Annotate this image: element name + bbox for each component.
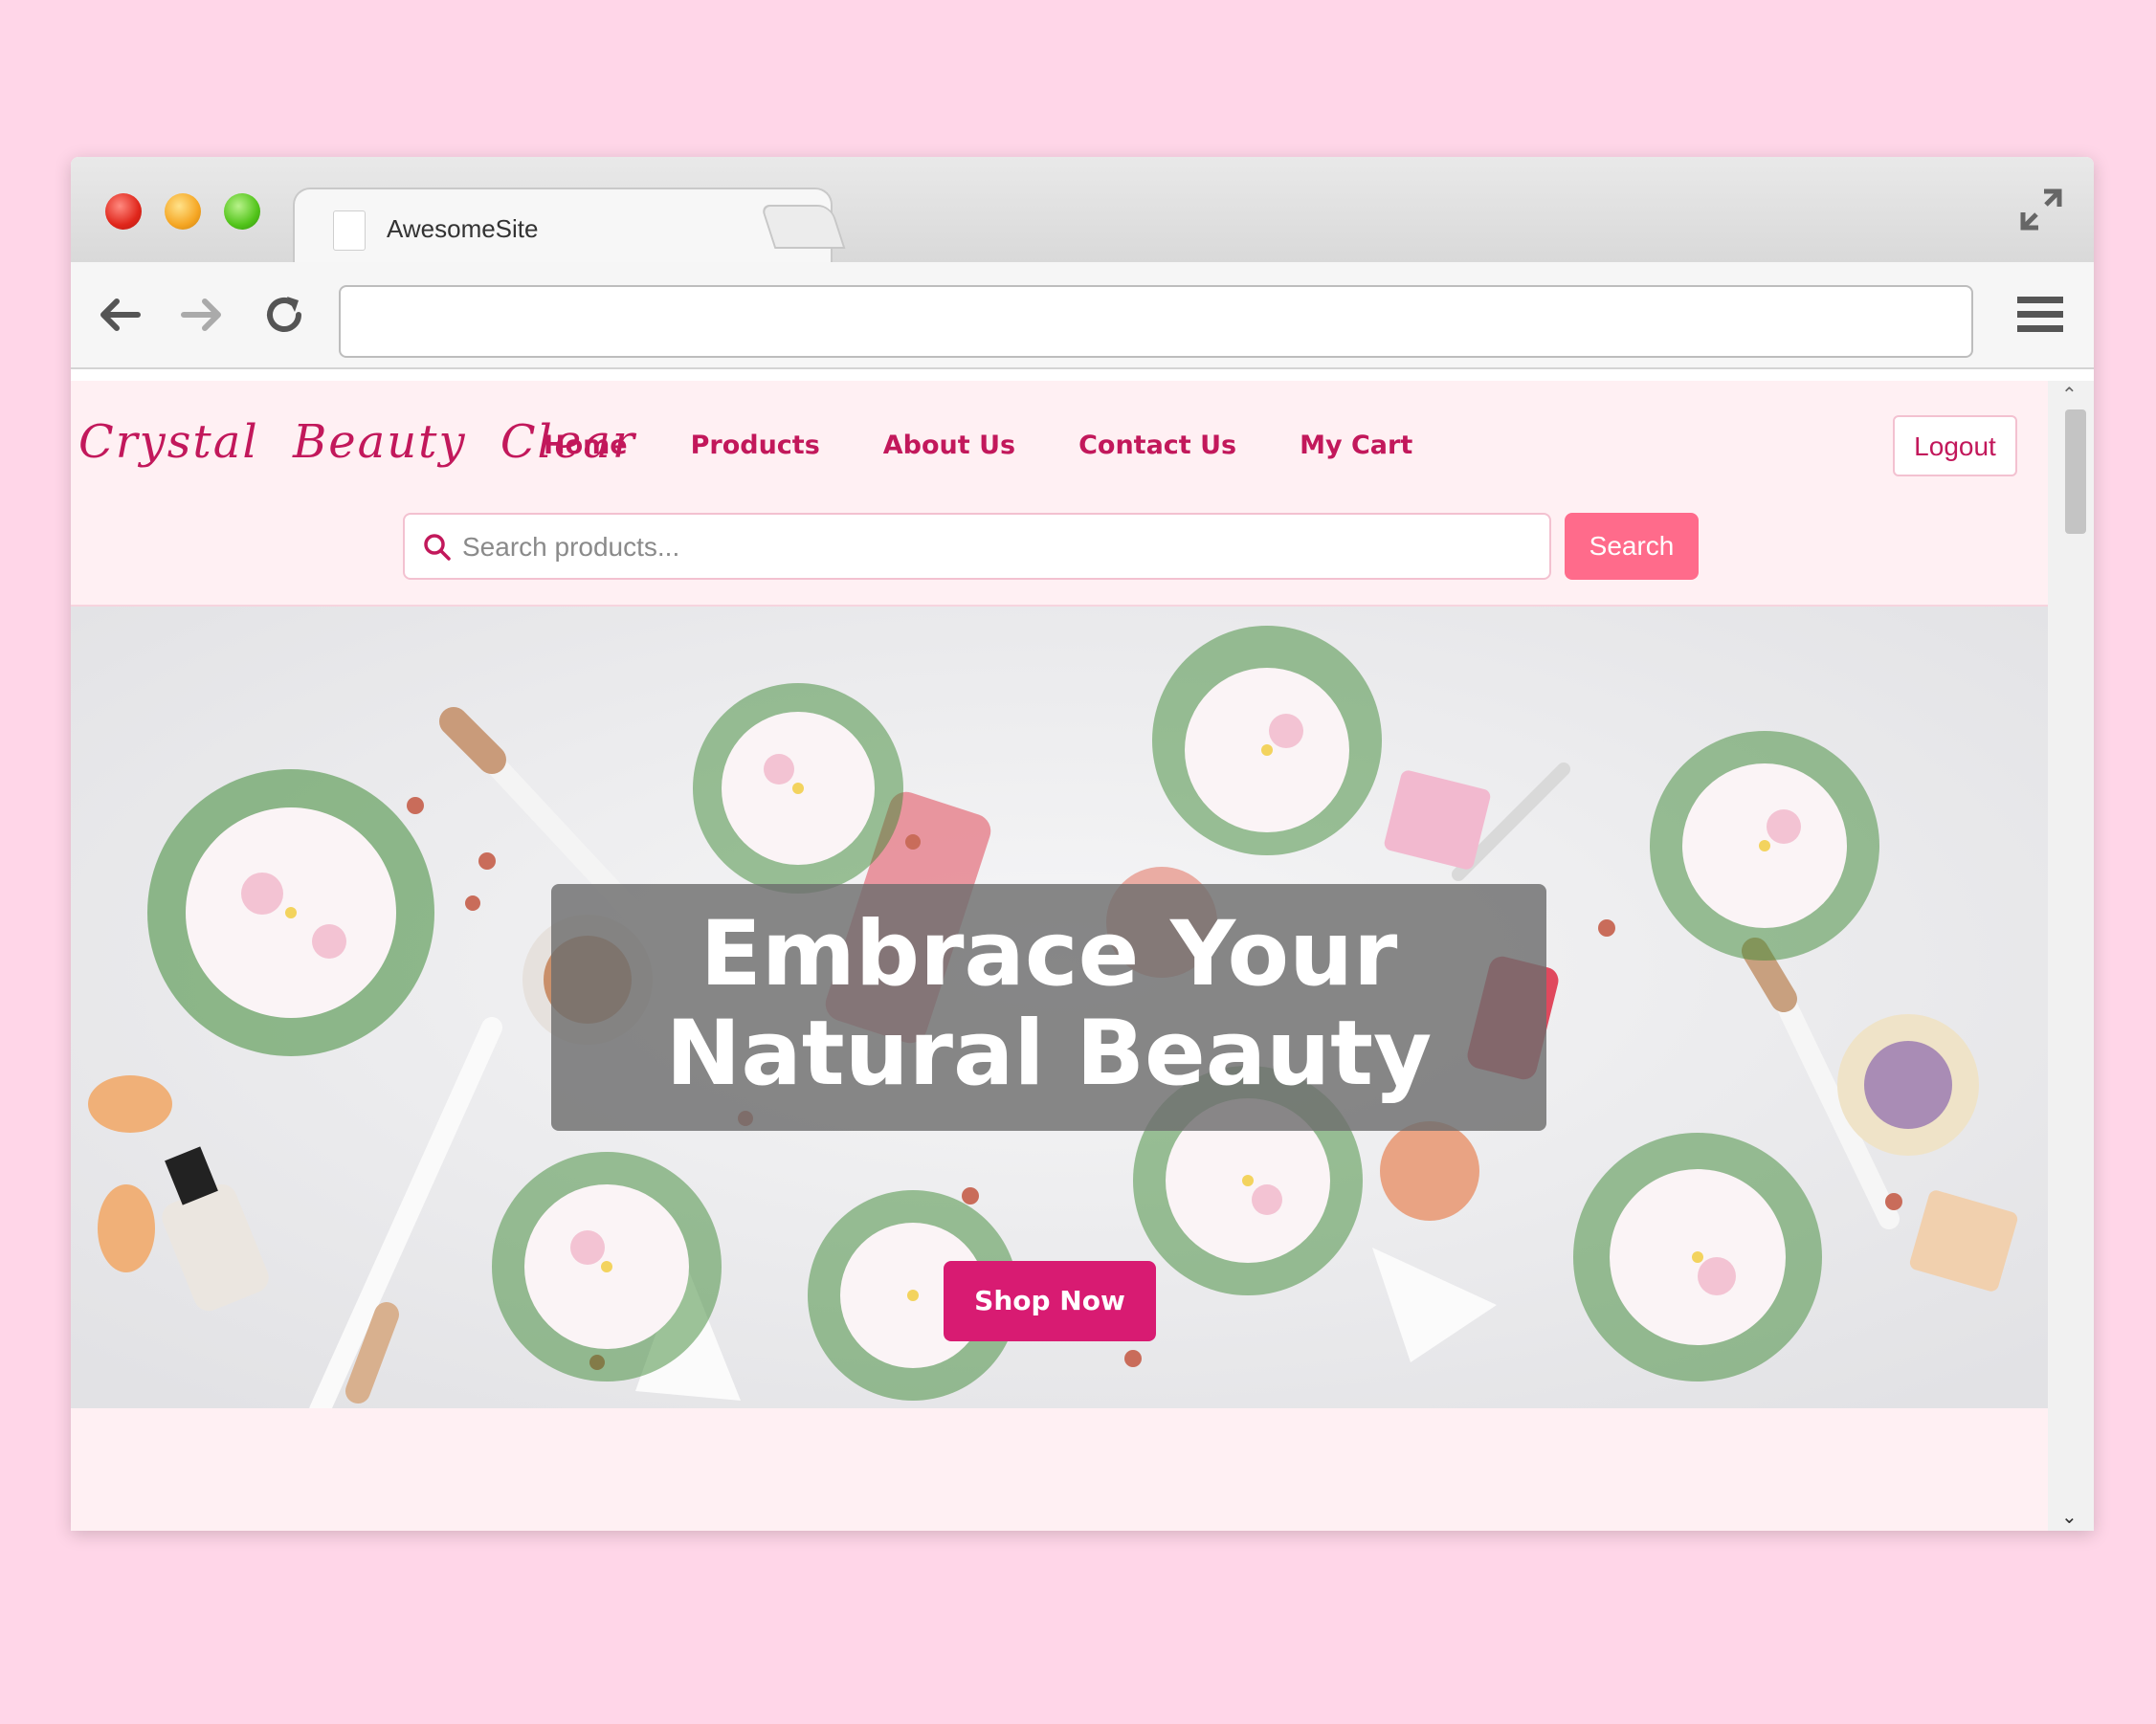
hero-headline-box: Embrace Your Natural Beauty bbox=[551, 884, 1546, 1131]
logout-button[interactable]: Logout bbox=[1893, 415, 2017, 476]
scrollbar-thumb[interactable] bbox=[2065, 409, 2086, 534]
search-icon bbox=[424, 534, 451, 561]
page-icon bbox=[333, 210, 366, 251]
nav-contact-us[interactable]: Contact Us bbox=[1078, 431, 1236, 460]
browser-tab[interactable]: AwesomeSite × bbox=[293, 188, 833, 266]
shop-now-button[interactable]: Shop Now bbox=[944, 1261, 1156, 1341]
address-bar[interactable] bbox=[339, 285, 1973, 358]
hero-title: Embrace Your Natural Beauty bbox=[551, 905, 1546, 1104]
back-arrow-icon[interactable] bbox=[96, 291, 144, 339]
hamburger-menu-icon[interactable] bbox=[2015, 291, 2065, 339]
search-button[interactable]: Search bbox=[1565, 513, 1699, 580]
new-tab-button[interactable] bbox=[760, 205, 846, 249]
search-input[interactable] bbox=[460, 515, 1536, 580]
tab-title: AwesomeSite bbox=[387, 214, 539, 243]
reload-icon[interactable] bbox=[260, 291, 308, 339]
browser-window: AwesomeSite × Crystal Beauty bbox=[71, 157, 2094, 1531]
forward-arrow-icon[interactable] bbox=[178, 291, 226, 339]
site-header: Crystal Beauty Clear Home Products About… bbox=[71, 381, 2048, 607]
main-nav: Home Products About Us Contact Us My Car… bbox=[544, 431, 1476, 460]
maximize-window-button[interactable] bbox=[224, 193, 260, 230]
close-window-button[interactable] bbox=[105, 193, 142, 230]
search-box bbox=[403, 513, 1551, 580]
scroll-up-icon[interactable]: ⌃ bbox=[2061, 383, 2078, 407]
nav-home[interactable]: Home bbox=[544, 431, 628, 460]
minimize-window-button[interactable] bbox=[165, 193, 201, 230]
expand-icon[interactable] bbox=[2017, 186, 2065, 233]
hero-title-line-1: Embrace Your bbox=[700, 902, 1398, 1006]
page-viewport: Crystal Beauty Clear Home Products About… bbox=[71, 381, 2048, 1531]
browser-toolbar bbox=[71, 262, 2094, 369]
scroll-down-icon[interactable]: ⌄ bbox=[2061, 1505, 2078, 1529]
nav-my-cart[interactable]: My Cart bbox=[1300, 431, 1412, 460]
vertical-scrollbar[interactable]: ⌃ ⌄ bbox=[2048, 381, 2094, 1531]
hero-banner: Embrace Your Natural Beauty Shop Now bbox=[71, 607, 2048, 1408]
browser-titlebar: AwesomeSite × bbox=[71, 157, 2094, 266]
hero-title-line-2: Natural Beauty bbox=[665, 1002, 1433, 1106]
nav-about-us[interactable]: About Us bbox=[883, 431, 1015, 460]
nav-products[interactable]: Products bbox=[691, 431, 820, 460]
